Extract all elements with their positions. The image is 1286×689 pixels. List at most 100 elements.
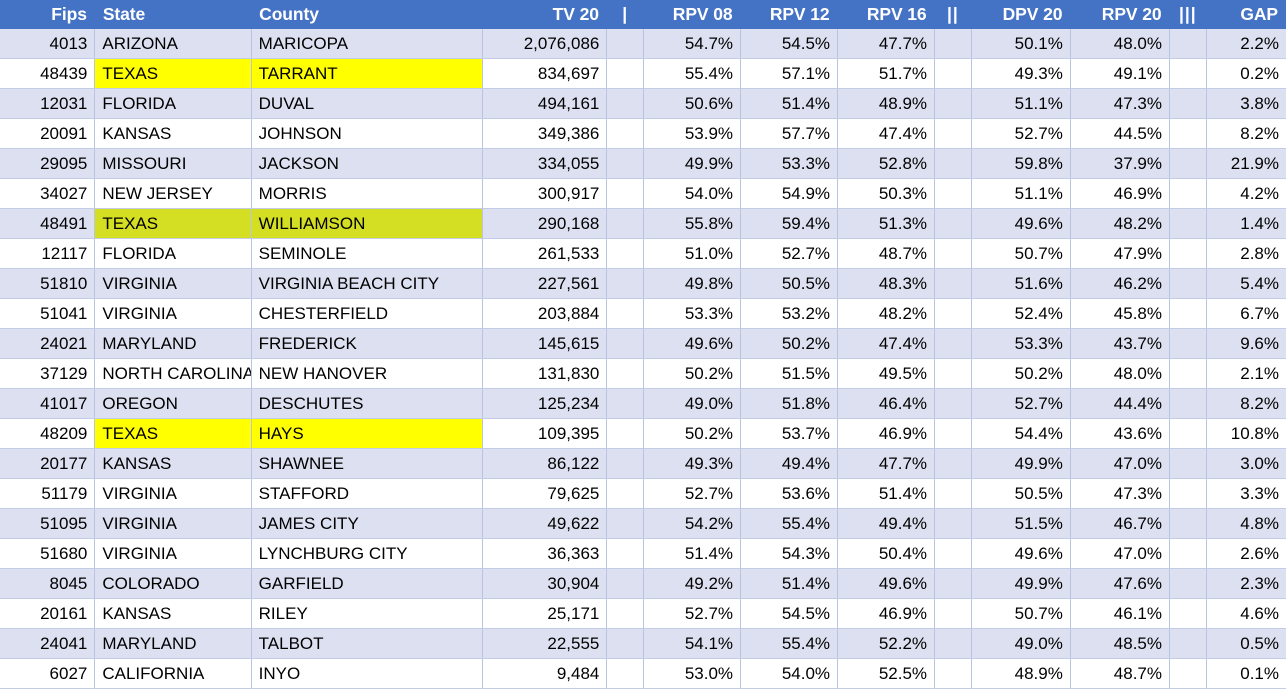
cell-county[interactable]: TALBOT [251, 628, 484, 659]
table-row[interactable]: 20091 KANSAS JOHNSON 349,386 53.9% 57.7% 47.4%… [0, 118, 1286, 149]
cell-state[interactable]: KANSAS [94, 598, 252, 629]
cell-county[interactable]: NEW HANOVER [251, 358, 484, 389]
cell-dpv20[interactable]: 52.7% [971, 388, 1071, 419]
cell-sep2[interactable] [934, 178, 972, 209]
table-row[interactable]: 41017 OREGON DESCHUTES 125,234 49.0% 51.8% 46.… [0, 388, 1286, 419]
cell-sep2[interactable] [934, 598, 972, 629]
cell-county[interactable]: STAFFORD [251, 478, 484, 509]
cell-tv20[interactable]: 109,395 [482, 418, 608, 449]
cell-fips[interactable]: 51680 [0, 538, 96, 569]
cell-sep1[interactable] [606, 358, 644, 389]
cell-rpv20[interactable]: 46.7% [1070, 508, 1171, 539]
cell-sep2[interactable] [934, 29, 972, 59]
cell-sep2[interactable] [934, 478, 972, 509]
cell-rpv16[interactable]: 47.7% [837, 29, 936, 59]
cell-state[interactable]: NORTH CAROLINA [94, 358, 252, 389]
cell-rpv08[interactable]: 49.6% [643, 328, 742, 359]
cell-rpv20[interactable]: 46.1% [1070, 598, 1171, 629]
cell-sep3[interactable] [1169, 88, 1207, 119]
cell-rpv20[interactable]: 49.1% [1070, 58, 1171, 89]
cell-county[interactable]: MARICOPA [251, 29, 484, 59]
table-row[interactable]: 8045 COLORADO GARFIELD 30,904 49.2% 51.4% 49.6… [0, 568, 1286, 599]
cell-sep3[interactable] [1169, 58, 1207, 89]
cell-gap[interactable]: 9.6% [1206, 328, 1286, 359]
cell-sep1[interactable] [606, 448, 644, 479]
cell-sep2[interactable] [934, 658, 972, 689]
cell-state[interactable]: TEXAS [94, 58, 252, 89]
cell-tv20[interactable]: 494,161 [482, 88, 608, 119]
cell-fips[interactable]: 12031 [0, 88, 96, 119]
cell-gap[interactable]: 6.7% [1206, 298, 1286, 329]
cell-rpv16[interactable]: 46.9% [837, 598, 936, 629]
cell-tv20[interactable]: 834,697 [482, 58, 608, 89]
column-header-tv20[interactable]: TV 20 [482, 0, 607, 29]
cell-dpv20[interactable]: 49.6% [971, 538, 1071, 569]
table-row[interactable]: 48439 TEXAS TARRANT 834,697 55.4% 57.1% 51.7% 4… [0, 58, 1286, 89]
cell-rpv12[interactable]: 54.9% [740, 178, 839, 209]
cell-rpv12[interactable]: 50.5% [740, 268, 839, 299]
cell-fips[interactable]: 24021 [0, 328, 96, 359]
table-row[interactable]: 24021 MARYLAND FREDERICK 145,615 49.6% 50.2% 4… [0, 328, 1286, 359]
cell-sep1[interactable] [606, 478, 644, 509]
cell-dpv20[interactable]: 49.3% [971, 58, 1071, 89]
cell-rpv08[interactable]: 50.6% [643, 88, 742, 119]
cell-rpv16[interactable]: 47.4% [837, 328, 936, 359]
column-header-rpv20[interactable]: RPV 20 [1070, 0, 1170, 29]
cell-county[interactable]: INYO [251, 658, 484, 689]
cell-sep1[interactable] [606, 238, 644, 269]
cell-county[interactable]: WILLIAMSON [251, 208, 484, 239]
cell-sep3[interactable] [1169, 358, 1207, 389]
cell-rpv08[interactable]: 51.4% [643, 538, 742, 569]
cell-rpv20[interactable]: 48.0% [1070, 358, 1171, 389]
cell-fips[interactable]: 24041 [0, 628, 96, 659]
cell-sep1[interactable] [606, 538, 644, 569]
cell-county[interactable]: CHESTERFIELD [251, 298, 484, 329]
cell-sep1[interactable] [606, 268, 644, 299]
cell-tv20[interactable]: 2,076,086 [482, 29, 608, 59]
cell-rpv16[interactable]: 47.4% [837, 118, 936, 149]
cell-sep1[interactable] [606, 148, 644, 179]
cell-rpv08[interactable]: 51.0% [643, 238, 742, 269]
cell-sep2[interactable] [934, 628, 972, 659]
cell-rpv20[interactable]: 48.0% [1070, 29, 1171, 59]
column-header-gap[interactable]: GAP [1206, 0, 1286, 29]
cell-state[interactable]: VIRGINIA [94, 508, 252, 539]
cell-rpv16[interactable]: 49.5% [837, 358, 936, 389]
cell-county[interactable]: SHAWNEE [251, 448, 484, 479]
cell-state[interactable]: KANSAS [94, 118, 252, 149]
cell-dpv20[interactable]: 53.3% [971, 328, 1071, 359]
cell-tv20[interactable]: 349,386 [482, 118, 608, 149]
cell-rpv08[interactable]: 54.2% [643, 508, 742, 539]
table-row[interactable]: 51179 VIRGINIA STAFFORD 79,625 52.7% 53.6% 51.… [0, 478, 1286, 509]
cell-tv20[interactable]: 300,917 [482, 178, 608, 209]
cell-sep1[interactable] [606, 388, 644, 419]
cell-sep1[interactable] [606, 658, 644, 689]
cell-sep3[interactable] [1169, 208, 1207, 239]
cell-fips[interactable]: 29095 [0, 148, 96, 179]
cell-state[interactable]: TEXAS [94, 208, 252, 239]
cell-rpv08[interactable]: 49.8% [643, 268, 742, 299]
cell-sep2[interactable] [934, 568, 972, 599]
column-header-county[interactable]: County [251, 0, 483, 29]
cell-gap[interactable]: 4.8% [1206, 508, 1286, 539]
cell-state[interactable]: VIRGINIA [94, 538, 252, 569]
cell-rpv12[interactable]: 54.0% [740, 658, 839, 689]
cell-rpv08[interactable]: 55.8% [643, 208, 742, 239]
cell-sep2[interactable] [934, 418, 972, 449]
cell-tv20[interactable]: 145,615 [482, 328, 608, 359]
cell-rpv16[interactable]: 48.3% [837, 268, 936, 299]
cell-sep2[interactable] [934, 448, 972, 479]
cell-rpv20[interactable]: 46.2% [1070, 268, 1171, 299]
cell-dpv20[interactable]: 59.8% [971, 148, 1071, 179]
cell-dpv20[interactable]: 49.0% [971, 628, 1071, 659]
cell-rpv08[interactable]: 53.0% [643, 658, 742, 689]
cell-state[interactable]: FLORIDA [94, 238, 252, 269]
cell-gap[interactable]: 0.5% [1206, 628, 1286, 659]
cell-sep3[interactable] [1169, 448, 1207, 479]
cell-tv20[interactable]: 25,171 [482, 598, 608, 629]
cell-rpv08[interactable]: 55.4% [643, 58, 742, 89]
cell-rpv20[interactable]: 47.3% [1070, 88, 1171, 119]
cell-dpv20[interactable]: 49.9% [971, 568, 1071, 599]
cell-rpv08[interactable]: 50.2% [643, 418, 742, 449]
cell-rpv12[interactable]: 50.2% [740, 328, 839, 359]
